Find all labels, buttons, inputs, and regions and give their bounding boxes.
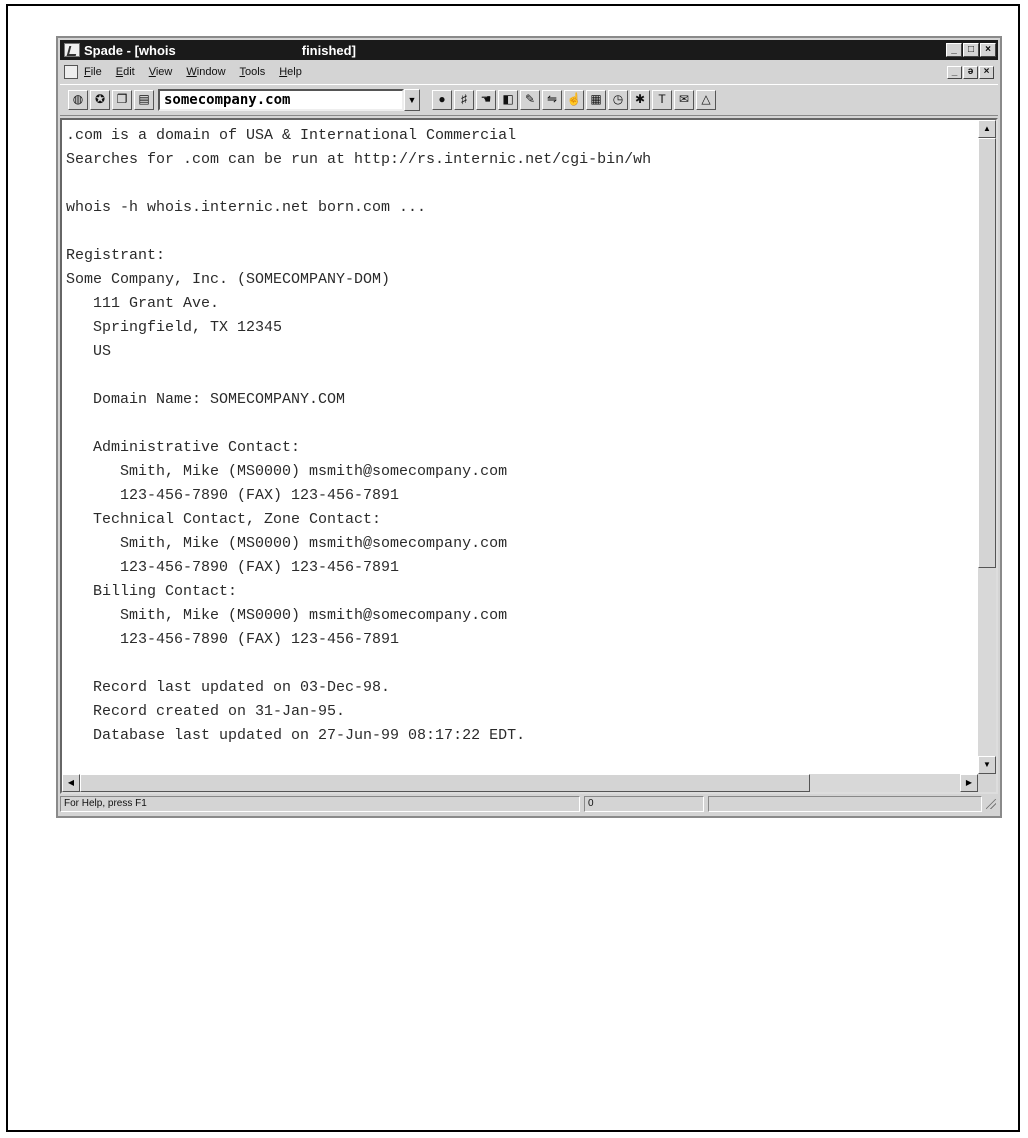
menu-view-label: iew <box>155 66 173 78</box>
output-line: whois -h whois.internic.net born.com ... <box>66 199 427 216</box>
address-input[interactable] <box>158 89 404 111</box>
output-line: Domain Name: SOMECOMPANY.COM <box>66 391 346 408</box>
output-line: Record created on 31-Jan-95. <box>66 703 346 720</box>
menu-file-label: ile <box>90 66 102 78</box>
output-line: Billing Contact: <box>66 583 238 600</box>
output-line: US <box>66 343 112 360</box>
network-icon[interactable]: ✪ <box>90 90 110 110</box>
globe-icon[interactable]: ◍ <box>68 90 88 110</box>
text-icon[interactable]: T <box>652 90 672 110</box>
output-line: Administrative Contact: <box>66 439 301 456</box>
paste-icon[interactable]: ▤ <box>134 90 154 110</box>
document-icon[interactable] <box>64 65 78 79</box>
output-text: .com is a domain of USA & International … <box>66 124 976 792</box>
trace-icon[interactable]: ✎ <box>520 90 540 110</box>
output-line: Record last updated on 03-Dec-98. <box>66 679 391 696</box>
output-line: Smith, Mike (MS0000) msmith@somecompany.… <box>66 463 508 480</box>
mail-icon[interactable]: ✉ <box>674 90 694 110</box>
close-button[interactable]: × <box>980 43 996 57</box>
menu-view-accel: V <box>148 66 156 78</box>
maximize-button[interactable]: □ <box>963 43 979 57</box>
status-extra <box>708 796 982 812</box>
scroll-up-icon[interactable]: ▲ <box>978 120 996 138</box>
status-counter: 0 <box>584 796 704 812</box>
output-line: Technical Contact, Zone Contact: <box>66 511 382 528</box>
menu-help[interactable]: Help <box>279 66 302 78</box>
window-title: Spade - [whois <box>84 42 176 58</box>
dns-icon[interactable]: ♯ <box>454 90 474 110</box>
menu-tools[interactable]: Tools <box>240 66 266 78</box>
menu-window-accel: W <box>186 66 197 78</box>
scroll-down-icon[interactable]: ▼ <box>978 756 996 774</box>
title-bar[interactable]: Spade - [whois finished] _ □ × <box>60 40 998 60</box>
doc-minimize-button[interactable]: _ <box>947 65 962 79</box>
app-icon[interactable] <box>64 43 80 57</box>
output-line: Smith, Mike (MS0000) msmith@somecompany.… <box>66 607 508 624</box>
scroll-right-icon[interactable]: ▶ <box>960 774 978 792</box>
status-help-text: For Help, press F1 <box>60 796 580 812</box>
minimize-button[interactable]: _ <box>946 43 962 57</box>
menu-view[interactable]: View <box>149 66 173 78</box>
ball-icon[interactable]: ● <box>432 90 452 110</box>
output-line: Smith, Mike (MS0000) msmith@somecompany.… <box>66 535 508 552</box>
spade-window: Spade - [whois finished] _ □ × File Edit… <box>56 36 1002 818</box>
output-line: .com is a domain of USA & International … <box>66 127 517 144</box>
vertical-scrollbar[interactable]: ▲ ▼ <box>978 120 996 774</box>
output-line: 123-456-7890 (FAX) 123-456-7891 <box>66 559 400 576</box>
horizontal-scrollbar[interactable]: ◀ ▶ <box>62 774 978 792</box>
output-line: 123-456-7890 (FAX) 123-456-7891 <box>66 487 400 504</box>
menu-file[interactable]: File <box>84 66 102 78</box>
window-controls: _ □ × <box>946 43 996 57</box>
vertical-scroll-thumb[interactable] <box>978 138 996 568</box>
output-line: Some Company, Inc. (SOMECOMPANY-DOM) <box>66 271 391 288</box>
status-bar: For Help, press F1 0 <box>60 794 998 814</box>
route-icon[interactable]: ⇋ <box>542 90 562 110</box>
scan-icon[interactable]: ✱ <box>630 90 650 110</box>
ping-icon[interactable]: ◧ <box>498 90 518 110</box>
menu-edit-label: dit <box>123 66 135 78</box>
output-line: 123-456-7890 (FAX) 123-456-7891 <box>66 631 400 648</box>
menu-tools-label: ools <box>245 66 266 78</box>
menu-bar: File Edit View Window Tools Help _ ǝ × <box>60 62 998 82</box>
menu-window[interactable]: Window <box>186 66 225 78</box>
output-line: Registrant: <box>66 247 166 264</box>
doc-close-button[interactable]: × <box>979 65 994 79</box>
web-icon[interactable]: ▦ <box>586 90 606 110</box>
output-line: 111 Grant Ave. <box>66 295 220 312</box>
output-line: Springfield, TX 12345 <box>66 319 283 336</box>
clock-icon[interactable]: ◷ <box>608 90 628 110</box>
menu-edit[interactable]: Edit <box>116 66 135 78</box>
resize-grip-icon[interactable] <box>984 797 998 811</box>
document-controls: _ ǝ × <box>947 65 994 79</box>
output-line: Searches for .com can be run at http://r… <box>66 151 652 168</box>
menu-window-label: indow <box>196 66 226 78</box>
doc-restore-button[interactable]: ǝ <box>963 65 978 79</box>
menu-help-accel: H <box>279 66 288 78</box>
copy-icon[interactable]: ❐ <box>112 90 132 110</box>
address-combo: ▼ <box>158 89 420 111</box>
figure-frame: Spade - [whois finished] _ □ × File Edit… <box>6 4 1020 1132</box>
horizontal-scroll-thumb[interactable] <box>80 774 810 792</box>
toolbar: ◍✪❐▤ ▼ ●♯☚◧✎⇋☝▦◷✱T✉△ <box>60 84 998 116</box>
toolbar-left-group: ◍ ✪ ❐ ▤ <box>60 90 154 110</box>
toolbar-right-group: ● ♯ ☚ ◧ ✎ ⇋ ☝ ▦ ◷ ✱ T ✉ △ <box>424 90 716 110</box>
whois-output-pane[interactable]: .com is a domain of USA & International … <box>60 118 998 794</box>
scroll-left-icon[interactable]: ◀ <box>62 774 80 792</box>
output-line: Database last updated on 27-Jun-99 08:17… <box>66 727 526 744</box>
menu-edit-accel: E <box>115 66 124 78</box>
dropdown-arrow-icon[interactable]: ▼ <box>404 89 420 111</box>
triangle-icon[interactable]: △ <box>696 90 716 110</box>
scroll-corner <box>978 774 996 792</box>
finger-icon[interactable]: ☚ <box>476 90 496 110</box>
menu-help-label: elp <box>287 66 302 78</box>
window-status: finished] <box>301 42 356 58</box>
hand-icon[interactable]: ☝ <box>564 90 584 110</box>
menu-file-accel: F <box>84 66 91 78</box>
